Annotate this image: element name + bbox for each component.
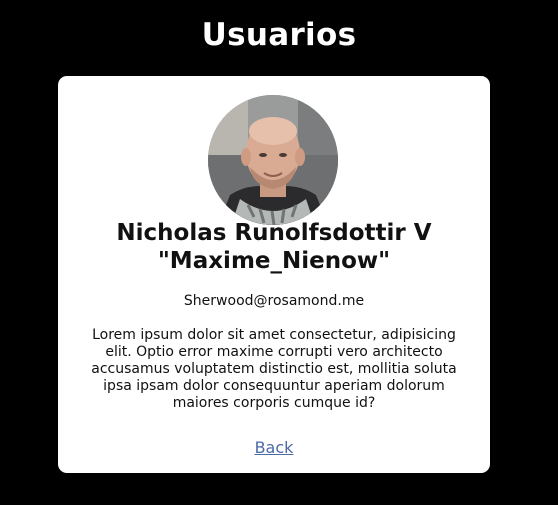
- users-page: Usuarios Nicholas Runolfsdottir V "Maxim…: [0, 0, 558, 505]
- user-profile-card: Nicholas Runolfsdottir V "Maxime_Nienow"…: [58, 76, 490, 473]
- back-link-container: Back: [58, 438, 490, 458]
- user-full-name: Nicholas Runolfsdottir V: [116, 220, 432, 246]
- back-link[interactable]: Back: [255, 438, 294, 457]
- user-email: Sherwood@rosamond.me: [183, 293, 365, 309]
- user-username: "Maxime_Nienow": [157, 248, 391, 274]
- page-title: Usuarios: [201, 17, 357, 53]
- avatar: [208, 95, 338, 225]
- user-name: Nicholas Runolfsdottir V "Maxime_Nienow": [58, 219, 490, 275]
- user-photo-icon: [208, 95, 338, 225]
- user-bio: Lorem ipsum dolor sit amet consectetur, …: [91, 327, 457, 411]
